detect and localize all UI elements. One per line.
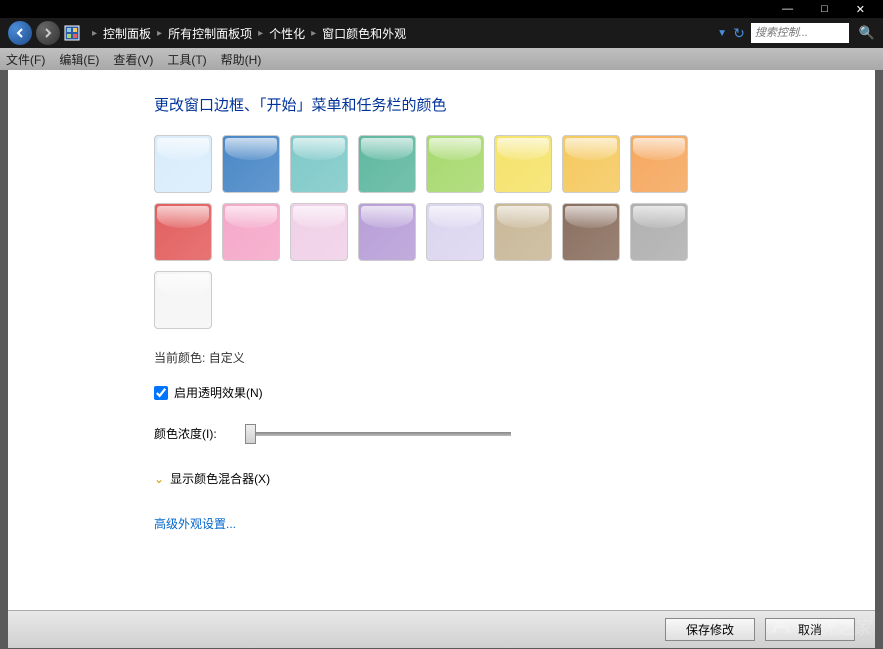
cancel-button[interactable]: 取消 [765,618,855,641]
titlebar: — □ ✕ [0,0,883,18]
control-panel-icon [64,25,80,41]
menu-bar: 文件(F) 编辑(E) 查看(V) 工具(T) 帮助(H) [0,48,883,70]
color-swatch[interactable] [154,135,212,193]
save-button[interactable]: 保存修改 [665,618,755,641]
current-color-label: 当前颜色: 自定义 [154,349,875,366]
color-swatch-grid [154,135,744,329]
color-swatch[interactable] [630,203,688,261]
color-swatch[interactable] [426,203,484,261]
color-swatch[interactable] [154,203,212,261]
color-swatch[interactable] [562,203,620,261]
search-input[interactable] [751,23,849,43]
menu-tools[interactable]: 工具(T) [167,51,206,68]
chevron-down-icon: ⌄ [154,472,164,486]
footer-bar: 保存修改 取消 [8,610,875,648]
color-swatch[interactable] [562,135,620,193]
color-swatch[interactable] [426,135,484,193]
page-title: 更改窗口边框、「开始」菜单和任务栏的颜色 [154,94,875,115]
search-icon[interactable]: 🔍 [859,25,875,41]
color-swatch[interactable] [494,203,552,261]
color-swatch[interactable] [222,203,280,261]
menu-help[interactable]: 帮助(H) [221,51,262,68]
breadcrumb-item[interactable]: 所有控制面板项 [168,25,252,42]
chevron-right-icon: ▸ [258,28,263,39]
chevron-right-icon: ▸ [157,28,162,39]
menu-file[interactable]: 文件(F) [6,51,45,68]
transparency-checkbox[interactable] [154,386,168,400]
content-area: 更改窗口边框、「开始」菜单和任务栏的颜色 当前颜色: 自定义 启用透明效果(N)… [8,70,875,610]
maximize-button[interactable]: □ [821,3,828,15]
slider-thumb[interactable] [245,424,256,444]
intensity-slider[interactable] [245,432,511,436]
intensity-label: 颜色浓度(I): [154,425,217,442]
color-swatch[interactable] [358,135,416,193]
breadcrumb-item[interactable]: 个性化 [269,25,305,42]
chevron-right-icon: ▸ [311,28,316,39]
advanced-settings-link[interactable]: 高级外观设置... [154,515,875,532]
color-swatch[interactable] [290,135,348,193]
menu-edit[interactable]: 编辑(E) [59,51,99,68]
address-bar: ▸ 控制面板 ▸ 所有控制面板项 ▸ 个性化 ▸ 窗口颜色和外观 ▼ ↻ 🔍 [0,18,883,48]
breadcrumb-item[interactable]: 窗口颜色和外观 [322,25,406,42]
forward-button[interactable] [36,21,60,45]
breadcrumb-item[interactable]: 控制面板 [103,25,151,42]
color-swatch[interactable] [290,203,348,261]
menu-view[interactable]: 查看(V) [113,51,153,68]
refresh-icon[interactable]: ↻ [733,25,745,42]
transparency-label: 启用透明效果(N) [174,384,263,401]
close-button[interactable]: ✕ [856,3,865,16]
color-swatch[interactable] [358,203,416,261]
minimize-button[interactable]: — [782,3,793,15]
color-swatch[interactable] [222,135,280,193]
breadcrumb[interactable]: ▸ 控制面板 ▸ 所有控制面板项 ▸ 个性化 ▸ 窗口颜色和外观 [92,25,713,42]
color-swatch[interactable] [630,135,688,193]
back-button[interactable] [8,21,32,45]
chevron-right-icon: ▸ [92,28,97,39]
color-mixer-toggle[interactable]: ⌄ 显示颜色混合器(X) [154,470,875,487]
color-swatch[interactable] [494,135,552,193]
color-swatch[interactable] [154,271,212,329]
dropdown-icon[interactable]: ▼ [717,28,727,39]
